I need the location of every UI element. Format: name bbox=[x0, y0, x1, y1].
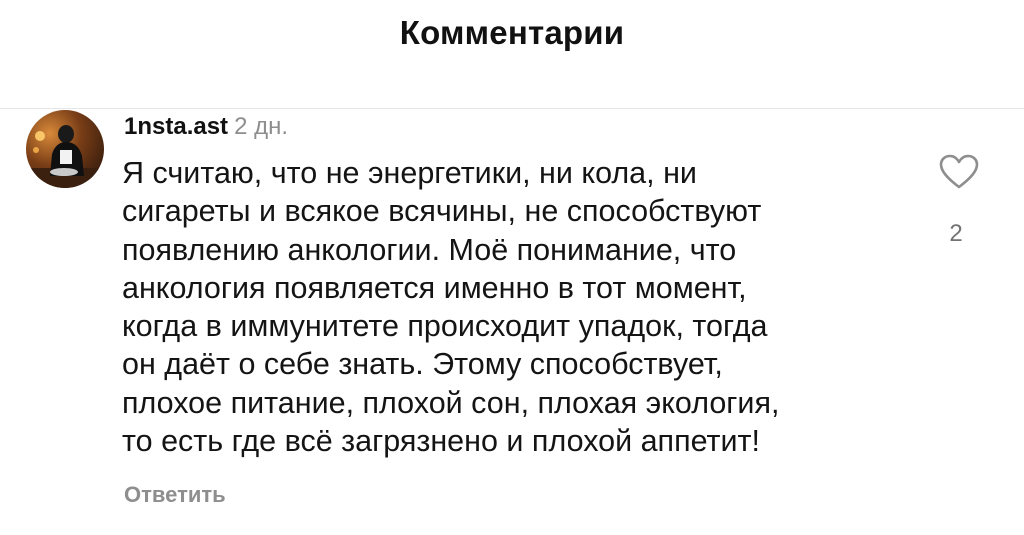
username[interactable]: 1nsta.ast bbox=[124, 113, 228, 140]
comment-text: Я считаю, что не энергетики, ни кола, ни… bbox=[122, 154, 882, 460]
like-button[interactable] bbox=[937, 150, 981, 194]
avatar[interactable] bbox=[26, 110, 104, 188]
like-count: 2 bbox=[949, 220, 963, 247]
comment-line: когда в иммунитете происходит упадок, то… bbox=[122, 309, 768, 344]
comment-line: он даёт о себе знать. Этому способствует… bbox=[122, 347, 723, 382]
heart-outline-icon bbox=[939, 154, 979, 189]
comments-header: Комментарии bbox=[0, 0, 1024, 109]
comment-line: появлению анкологии. Моё понимание, что bbox=[122, 232, 737, 267]
reply-button[interactable]: Ответить bbox=[124, 482, 226, 508]
timestamp: 2 дн. bbox=[234, 113, 289, 140]
page-title: Комментарии bbox=[399, 14, 625, 51]
comment-line: плохое питание, плохой сон, плохая эколо… bbox=[122, 385, 780, 420]
comment-line: то есть где всё загрязнено и плохой аппе… bbox=[122, 424, 760, 459]
comment-meta: 1nsta.ast 2 дн. bbox=[124, 112, 288, 142]
comment-line: сигареты и всякое всячины, не способству… bbox=[122, 194, 762, 229]
user-avatar-photo bbox=[26, 110, 104, 188]
comment-line: анкология появляется именно в тот момент… bbox=[122, 270, 747, 305]
comment-line: Я считаю, что не энергетики, ни кола, ни bbox=[122, 156, 697, 190]
